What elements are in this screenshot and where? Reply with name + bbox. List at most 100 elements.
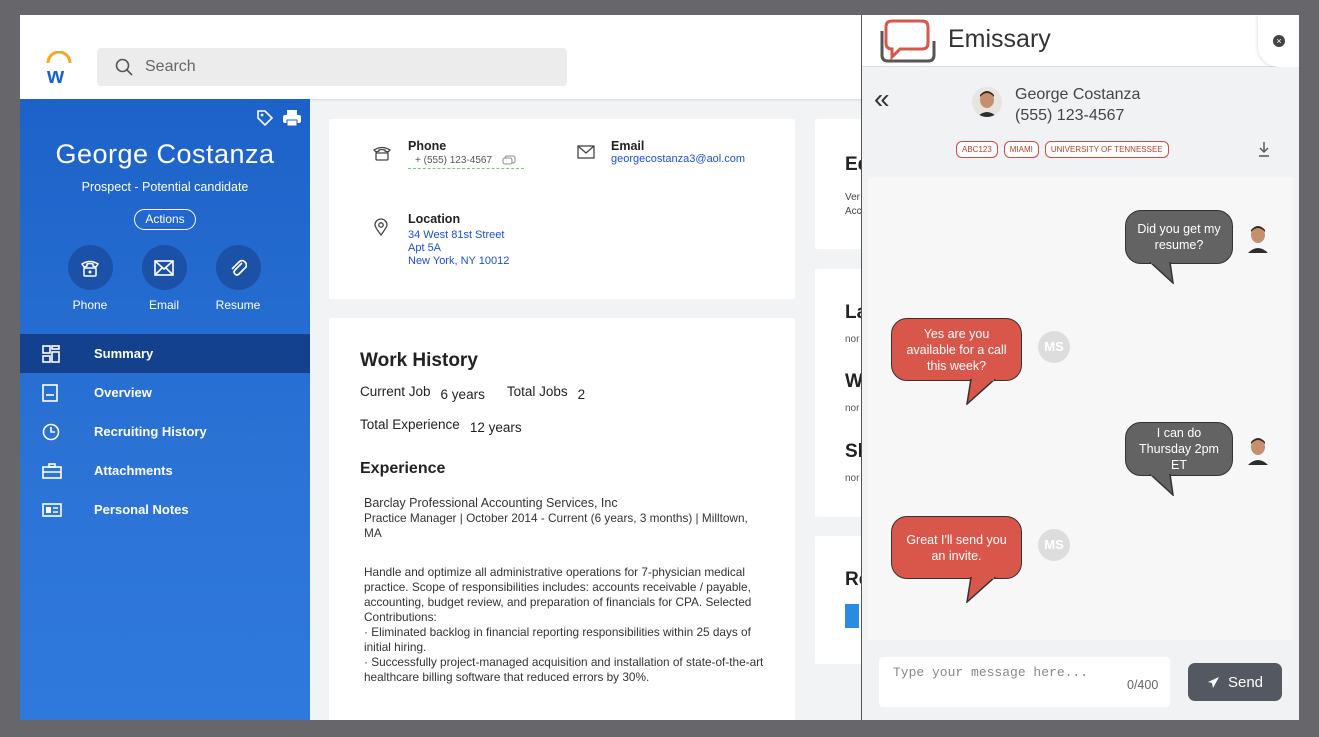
location-pin-icon <box>374 218 388 237</box>
recruiter-avatar: MS <box>1038 529 1070 561</box>
sidebar-item-label: Personal Notes <box>94 502 189 517</box>
message-placeholder: Type your message here... <box>893 665 1089 680</box>
sidebar-item-overview[interactable]: Overview <box>20 373 310 412</box>
resume-action-label: Resume <box>215 298 261 312</box>
mail-field-icon-wrap <box>577 145 595 162</box>
languages-value: nor <box>845 334 860 345</box>
search-input[interactable]: Search <box>97 48 567 86</box>
experience-description: Handle and optimize all administrative o… <box>364 565 752 624</box>
total-experience-label: Total Experience <box>360 417 460 432</box>
work-history-title: Work History <box>360 350 478 371</box>
message-bubble: Yes are you available for a call this we… <box>891 318 1022 381</box>
current-job-label: Current Job <box>360 384 431 399</box>
education-line: Acc <box>845 206 862 217</box>
message-composer: Type your message here... 0/400 Send <box>862 640 1299 720</box>
contact-name: George Costanza <box>1015 86 1141 103</box>
document-icon <box>42 383 58 402</box>
location-field: Location 34 West 81st Street Apt 5A New … <box>408 212 509 268</box>
search-icon <box>115 58 133 76</box>
sidebar-item-label: Summary <box>94 346 154 361</box>
message-bubble: Did you get my resume? <box>1125 210 1233 264</box>
resume-action[interactable]: Resume <box>208 245 268 312</box>
experience-company: Barclay Professional Accounting Services… <box>364 496 618 510</box>
candidate-status: Prospect - Potential candidate <box>81 180 249 194</box>
tag-icon[interactable] <box>256 109 274 127</box>
email-label: Email <box>611 139 645 153</box>
print-icon[interactable] <box>282 109 302 127</box>
close-icon: × <box>1273 35 1285 47</box>
location-line-3[interactable]: New York, NY 10012 <box>408 255 509 268</box>
sidebar-item-personal-notes[interactable]: Personal Notes <box>20 490 310 529</box>
email-action-label: Email <box>148 298 179 312</box>
experience-bullet: · Successfully project-managed acquisiti… <box>364 655 764 684</box>
tag-badge[interactable]: MIAMI <box>1003 141 1039 158</box>
sidebar-nav: Summary Overview Recruiting History Atta… <box>20 334 310 529</box>
mail-icon <box>154 259 174 276</box>
send-button[interactable]: Send <box>1188 663 1282 701</box>
location-line-1[interactable]: 34 West 81st Street <box>408 229 509 242</box>
tag-badge[interactable]: ABC123 <box>956 141 998 158</box>
top-bar: w Search <box>20 15 862 99</box>
svg-text:w: w <box>46 63 65 85</box>
app-window: w Search George Costanza Prospect - Pote… <box>20 15 1299 720</box>
email-value[interactable]: georgecostanza3@aol.com <box>611 153 745 166</box>
total-jobs-label: Total Jobs <box>506 384 568 399</box>
experience-title: Experience <box>360 460 446 477</box>
profile-sidebar: George Costanza Prospect - Potential can… <box>20 99 310 720</box>
experience-bullet: · Eliminated backlog in financial report… <box>364 625 751 654</box>
avatar <box>972 87 1002 117</box>
experience-role: Practice Manager | October 2014 - Curren… <box>364 511 748 540</box>
work-history-card: Work History Current Job 6 years Total J… <box>329 318 795 720</box>
candidate-avatar <box>1248 226 1268 253</box>
emissary-header: Emissary × <box>862 15 1299 67</box>
send-icon <box>1207 676 1219 688</box>
message-text: Yes are you available for a call this we… <box>906 326 1007 373</box>
document-thumbnail[interactable] <box>845 604 859 628</box>
sidebar-item-summary[interactable]: Summary <box>20 334 310 373</box>
sidebar-item-attachments[interactable]: Attachments <box>20 451 310 490</box>
candidate-name: George Costanza <box>55 139 275 169</box>
close-button[interactable]: × <box>1258 15 1299 67</box>
location-line-2[interactable]: Apt 5A <box>408 242 509 255</box>
message-text: Great I'll send you an invite. <box>906 532 1007 563</box>
chat-bubble-icon[interactable] <box>502 155 516 166</box>
phone-icon <box>372 146 392 161</box>
message-bubble: Great I'll send you an invite. <box>891 516 1022 579</box>
message-text: I can do Thursday 2pm ET <box>1139 426 1219 472</box>
contact-phone: (555) 123-4567 <box>1015 107 1125 124</box>
sidebar-item-recruiting-history[interactable]: Recruiting History <box>20 412 310 451</box>
phone-field: Phone + (555) 123-4567 <box>408 139 525 169</box>
tag-list: ABC123 MIAMI UNIVERSITY OF TENNESSEE <box>956 141 1169 158</box>
search-placeholder: Search <box>145 58 196 75</box>
location-label: Location <box>408 212 461 226</box>
chat-logo-icon <box>880 19 936 63</box>
character-counter: 0/400 <box>1127 678 1159 692</box>
download-icon[interactable] <box>1257 141 1271 157</box>
email-action[interactable]: Email <box>134 245 194 312</box>
phone-icon <box>80 260 100 277</box>
phone-action-label: Phone <box>72 298 108 312</box>
candidate-avatar <box>1248 438 1268 465</box>
phone-value[interactable]: + (555) 123-4567 <box>408 153 525 169</box>
phone-label: Phone <box>408 139 447 153</box>
total-jobs-value: 2 <box>577 387 586 402</box>
work-value: nor <box>845 403 860 414</box>
briefcase-icon <box>42 462 62 479</box>
workday-logo[interactable]: w <box>44 50 74 88</box>
total-experience-value: 12 years <box>469 420 522 435</box>
grid-icon <box>42 344 60 363</box>
emissary-panel: Emissary × « George Costanza (555) 123-4… <box>861 15 1299 720</box>
paperclip-icon <box>231 259 247 276</box>
skills-value: nor <box>845 473 860 484</box>
contact-info: George Costanza (555) 123-4567 <box>1015 84 1140 126</box>
actions-button[interactable]: Actions <box>134 209 196 230</box>
sidebar-item-label: Attachments <box>94 463 173 478</box>
emissary-title: Emissary <box>948 25 1051 53</box>
clock-icon <box>42 423 60 440</box>
sidebar-item-label: Recruiting History <box>94 424 207 439</box>
phone-action[interactable]: Phone <box>60 245 120 312</box>
recruiter-avatar: MS <box>1038 331 1070 363</box>
tag-badge[interactable]: UNIVERSITY OF TENNESSEE <box>1044 141 1169 158</box>
message-text: Did you get my resume? <box>1137 222 1221 252</box>
collapse-icon[interactable]: « <box>874 83 890 115</box>
